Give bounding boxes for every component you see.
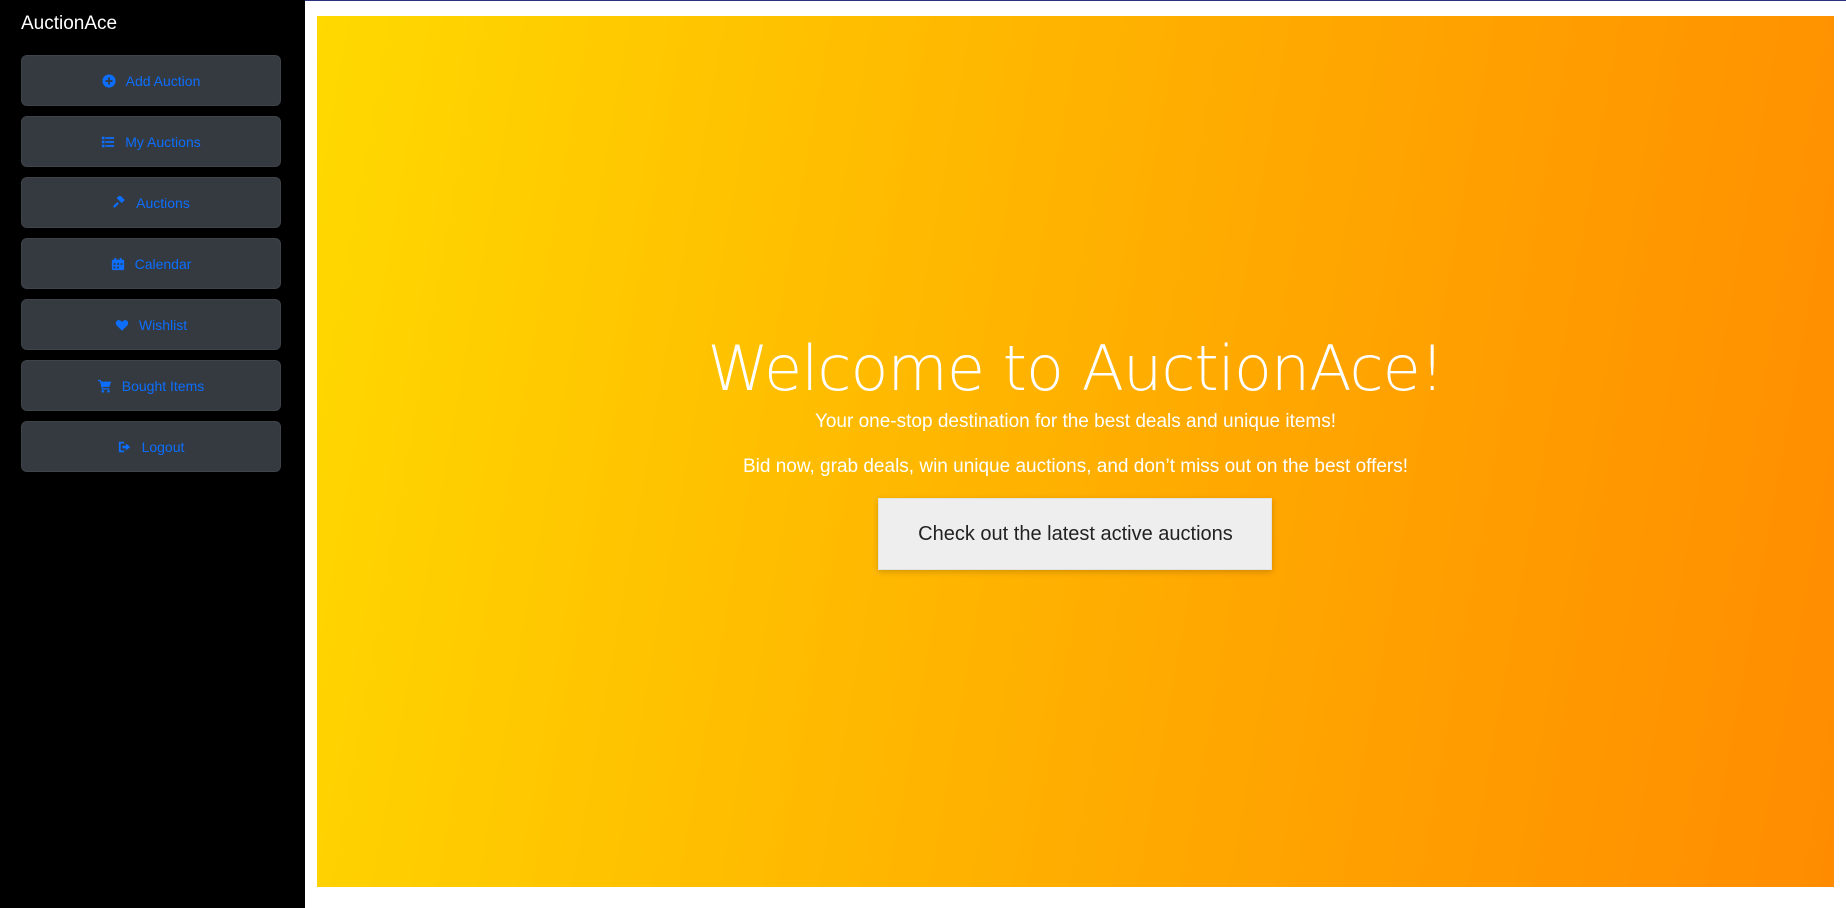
gavel-icon bbox=[112, 195, 126, 210]
hero-subtitle: Your one-stop destination for the best d… bbox=[814, 411, 1337, 432]
heart-icon bbox=[115, 318, 129, 332]
plus-circle-icon bbox=[102, 73, 116, 88]
latest-auctions-button[interactable]: Check out the latest active auctions bbox=[878, 498, 1273, 570]
sidebar: AuctionAce Add Auction My Auctions Aucti… bbox=[0, 0, 305, 908]
hero-title: Welcome to AuctionAce! bbox=[707, 332, 1444, 405]
bought-items-label: Bought Items bbox=[121, 377, 205, 394]
auctions-button[interactable]: Auctions bbox=[21, 177, 281, 228]
hero-content: Welcome to AuctionAce! Your one-stop des… bbox=[707, 332, 1445, 570]
my-auctions-button[interactable]: My Auctions bbox=[21, 116, 281, 167]
hero-banner: Welcome to AuctionAce! Your one-stop des… bbox=[317, 16, 1834, 887]
hero-tagline: Bid now, grab deals, win unique auctions… bbox=[742, 456, 1409, 477]
add-auction-label: Add Auction bbox=[125, 72, 201, 89]
calendar-button[interactable]: Calendar bbox=[21, 238, 281, 289]
brand-title: AuctionAce bbox=[21, 13, 118, 34]
bought-items-button[interactable]: Bought Items bbox=[21, 360, 281, 411]
my-auctions-label: My Auctions bbox=[125, 133, 201, 150]
sidebar-nav: Add Auction My Auctions Auctions Calenda… bbox=[21, 55, 305, 472]
calendar-icon bbox=[111, 257, 125, 271]
logout-button[interactable]: Logout bbox=[21, 421, 281, 472]
calendar-label: Calendar bbox=[134, 255, 192, 272]
add-auction-button[interactable]: Add Auction bbox=[21, 55, 281, 106]
main-content: Welcome to AuctionAce! Your one-stop des… bbox=[305, 0, 1846, 908]
logout-icon bbox=[118, 440, 132, 454]
app-root: AuctionAce Add Auction My Auctions Aucti… bbox=[0, 0, 1846, 908]
auctions-label: Auctions bbox=[136, 194, 190, 211]
list-icon bbox=[101, 135, 115, 149]
wishlist-button[interactable]: Wishlist bbox=[21, 299, 281, 350]
wishlist-label: Wishlist bbox=[138, 316, 188, 333]
cart-icon bbox=[97, 379, 112, 393]
logout-label: Logout bbox=[141, 438, 185, 455]
